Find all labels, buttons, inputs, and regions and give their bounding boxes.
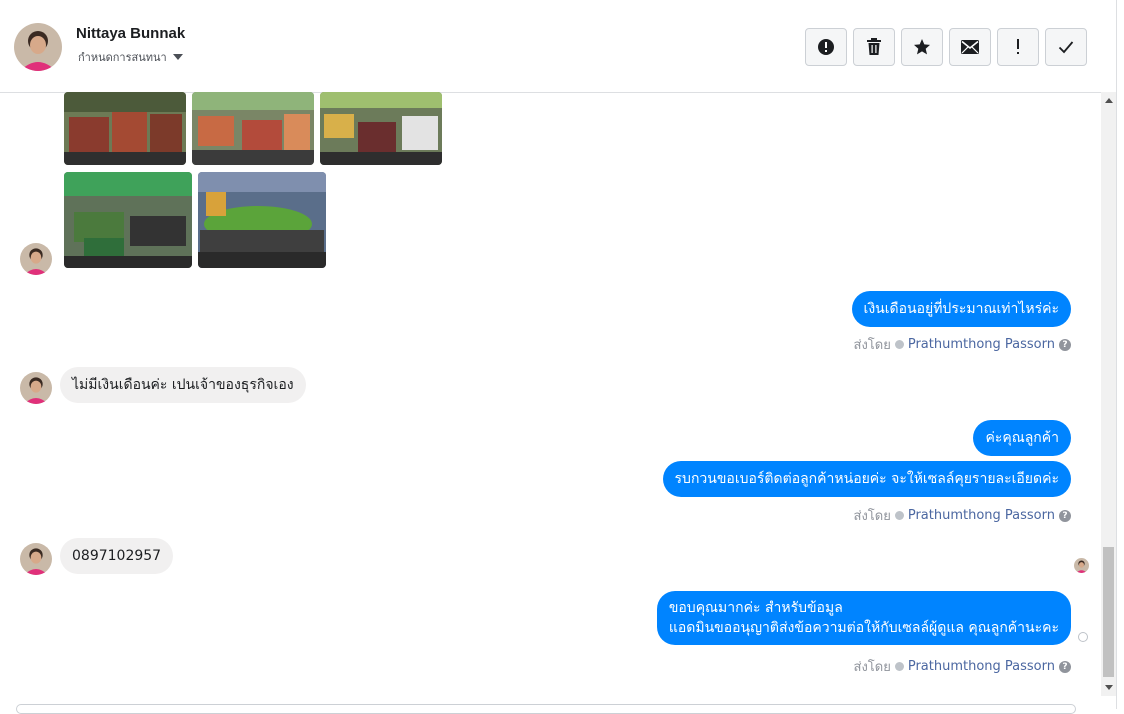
shared-photo[interactable] — [320, 92, 442, 165]
incoming-message: ไม่มีเงินเดือนค่ะ เปนเจ้าของธุรกิจเอง — [60, 367, 306, 403]
conversation-toolbar — [805, 28, 1087, 66]
sent-status-icon — [894, 340, 904, 349]
assign-conversation-dropdown[interactable]: กำหนดการสนทนา — [78, 48, 183, 66]
delivered-check-icon — [1078, 632, 1088, 642]
scrollbar-thumb[interactable] — [1103, 547, 1114, 677]
scroll-up-button[interactable] — [1101, 92, 1116, 109]
sender-avatar — [20, 372, 52, 404]
caret-down-icon — [172, 54, 183, 60]
shared-photo[interactable] — [198, 172, 326, 268]
sender-avatar — [20, 543, 52, 575]
sent-by-label: ส่งโดย — [853, 509, 891, 524]
sent-by-meta: ส่งโดย Prathumthong Passorn ? — [854, 334, 1071, 355]
sender-avatar — [20, 243, 52, 275]
outgoing-message: ค่ะคุณลูกค้า — [973, 420, 1071, 456]
star-icon — [914, 39, 930, 55]
outgoing-message: ขอบคุณมากค่ะ สำหรับข้อมูล แอดมินขออนุญาต… — [656, 591, 1071, 645]
outgoing-message: เงินเดือนอยู่ที่ประมาณเท่าไหร่ค่ะ — [851, 291, 1071, 327]
sent-by-label: ส่งโดย — [853, 660, 891, 675]
message-line: ขอบคุณมากค่ะ สำหรับข้อมูล — [668, 600, 843, 616]
star-button[interactable] — [901, 28, 943, 66]
trash-icon — [867, 38, 881, 55]
help-icon[interactable]: ? — [1059, 338, 1071, 351]
spam-button[interactable] — [805, 28, 847, 66]
exclamation-icon — [1017, 39, 1019, 54]
shared-photo[interactable] — [64, 92, 186, 165]
conversation-header: Nittaya Bunnak กำหนดการสนทนา — [0, 0, 1116, 93]
help-icon[interactable]: ? — [1059, 509, 1071, 522]
message-composer[interactable] — [16, 704, 1076, 714]
sent-status-icon — [894, 662, 904, 671]
agent-name-link[interactable]: Prathumthong Passorn — [908, 659, 1055, 674]
delete-button[interactable] — [853, 28, 895, 66]
arrow-up-icon — [1104, 98, 1113, 103]
incoming-message: 0897102957 — [60, 538, 174, 574]
contact-name[interactable]: Nittaya Bunnak — [76, 25, 185, 42]
sent-status-icon — [894, 511, 904, 520]
check-icon — [1058, 41, 1074, 54]
assign-label: กำหนดการสนทนา — [78, 51, 167, 64]
scroll-down-button[interactable] — [1101, 679, 1116, 696]
arrow-down-icon — [1104, 685, 1113, 690]
shared-photo[interactable] — [64, 172, 192, 268]
mark-done-button[interactable] — [1045, 28, 1087, 66]
agent-name-link[interactable]: Prathumthong Passorn — [908, 337, 1055, 352]
envelope-icon — [961, 40, 979, 54]
contact-avatar[interactable] — [14, 23, 62, 71]
message-line: แอดมินขออนุญาติส่งข้อความต่อให้กับเซลล์ผ… — [668, 620, 1059, 636]
agent-name-link[interactable]: Prathumthong Passorn — [908, 508, 1055, 523]
sent-by-meta: ส่งโดย Prathumthong Passorn ? — [854, 656, 1071, 677]
outgoing-message: รบกวนขอเบอร์ติดต่อลูกค้าหน่อยค่ะ จะให้เซ… — [662, 461, 1071, 497]
help-icon[interactable]: ? — [1059, 660, 1071, 673]
seen-avatar — [1074, 558, 1089, 573]
mark-unread-button[interactable] — [949, 28, 991, 66]
follow-up-button[interactable] — [997, 28, 1039, 66]
sent-by-label: ส่งโดย — [853, 338, 891, 353]
sent-by-meta: ส่งโดย Prathumthong Passorn ? — [854, 505, 1071, 526]
shared-photo[interactable] — [192, 92, 314, 165]
alert-circle-icon — [818, 39, 834, 55]
